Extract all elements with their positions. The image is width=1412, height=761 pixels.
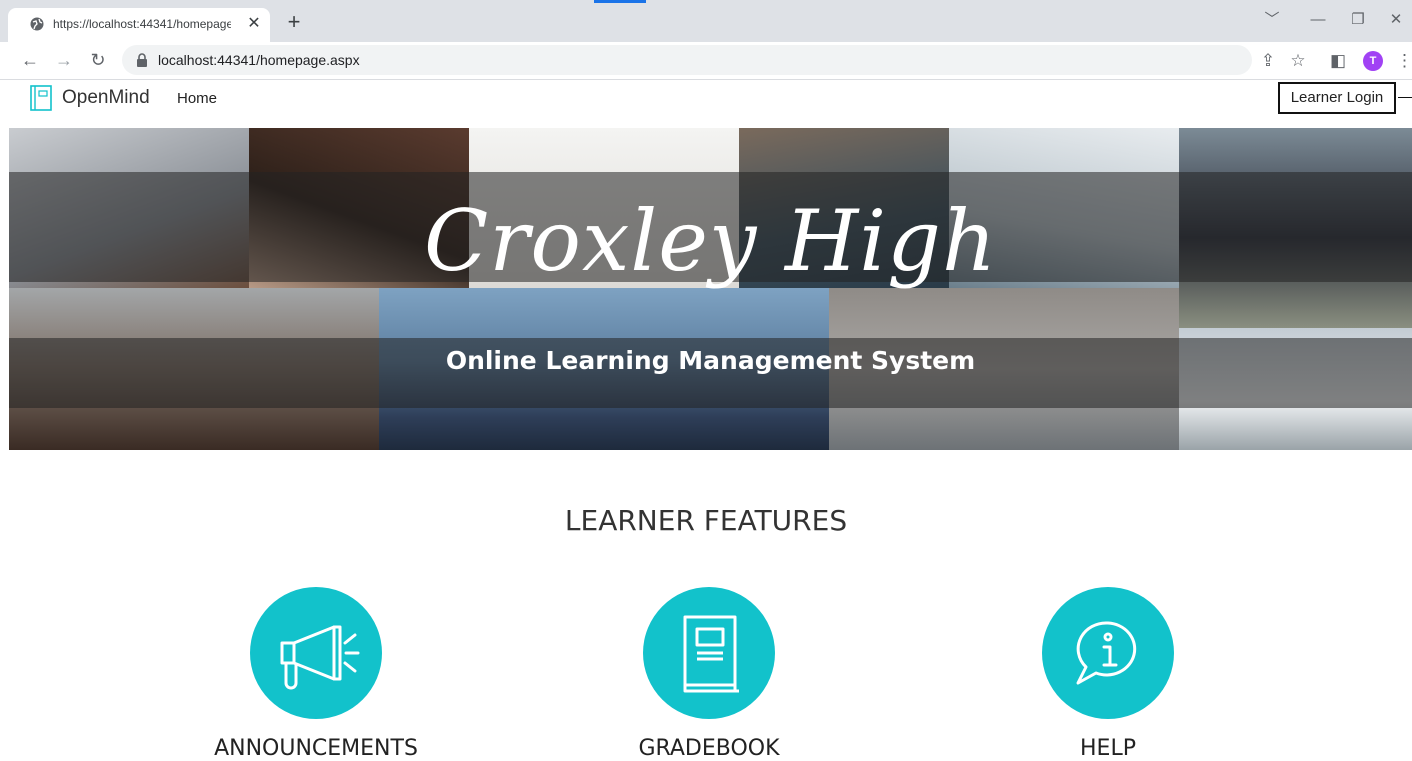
- more-menu-icon[interactable]: ⋮: [1396, 49, 1412, 73]
- lock-icon: [137, 53, 147, 67]
- browser-toolbar: ← → ↻ localhost:44341/homepage.aspx ⇪ ☆ …: [0, 42, 1412, 80]
- close-window-button[interactable]: ✕: [1378, 8, 1412, 32]
- book-logo-icon[interactable]: [30, 85, 52, 111]
- share-icon[interactable]: ⇪: [1256, 49, 1280, 73]
- browser-tabstrip: https://localhost:44341/homepage.aspx ✕ …: [0, 0, 1412, 42]
- minimize-button[interactable]: —: [1300, 8, 1336, 32]
- megaphone-icon: [280, 625, 360, 690]
- restore-button[interactable]: ❐: [1340, 8, 1376, 32]
- hero-subtitle: Online Learning Management System: [445, 346, 976, 375]
- new-tab-button[interactable]: +: [282, 11, 306, 35]
- info-bubble-icon: [1076, 621, 1137, 685]
- bookmark-star-icon[interactable]: ☆: [1286, 49, 1310, 73]
- tab-close-icon[interactable]: ✕: [244, 14, 264, 34]
- tab-title: https://localhost:44341/homepage.aspx: [53, 17, 231, 31]
- nav-home-link[interactable]: Home: [177, 90, 217, 107]
- feature-label-announcements[interactable]: ANNOUNCEMENTS: [166, 736, 466, 761]
- browser-tab[interactable]: https://localhost:44341/homepage.aspx ✕: [8, 8, 270, 42]
- side-panel-icon[interactable]: ◧: [1326, 49, 1350, 73]
- site-navbar: OpenMind Home Learner Login: [0, 80, 1412, 120]
- back-arrow-icon[interactable]: ←: [18, 48, 42, 72]
- loading-indicator: [594, 0, 646, 3]
- url-text[interactable]: localhost:44341/homepage.aspx: [158, 52, 360, 68]
- book-icon: [683, 615, 739, 693]
- hero-title: Croxley High: [423, 192, 998, 290]
- gradebook-tile[interactable]: [643, 587, 775, 719]
- learner-login-button[interactable]: Learner Login: [1278, 82, 1396, 114]
- announcements-tile[interactable]: [250, 587, 382, 719]
- address-bar[interactable]: localhost:44341/homepage.aspx: [122, 45, 1252, 75]
- help-tile[interactable]: [1042, 587, 1174, 719]
- hero-banner: Croxley High Online Learning Management …: [9, 128, 1412, 450]
- reload-icon[interactable]: ↻: [86, 48, 110, 72]
- profile-avatar[interactable]: T: [1363, 51, 1383, 71]
- features-heading: LEARNER FEATURES: [564, 504, 848, 537]
- feature-label-gradebook[interactable]: GRADEBOOK: [559, 736, 859, 761]
- globe-icon: [30, 17, 44, 31]
- feature-label-help[interactable]: HELP: [958, 736, 1258, 761]
- forward-arrow-icon[interactable]: →: [52, 48, 76, 72]
- brand-name[interactable]: OpenMind: [62, 87, 150, 109]
- divider: [1398, 97, 1412, 98]
- tab-search-chevron-icon[interactable]: ﹀: [1254, 8, 1290, 32]
